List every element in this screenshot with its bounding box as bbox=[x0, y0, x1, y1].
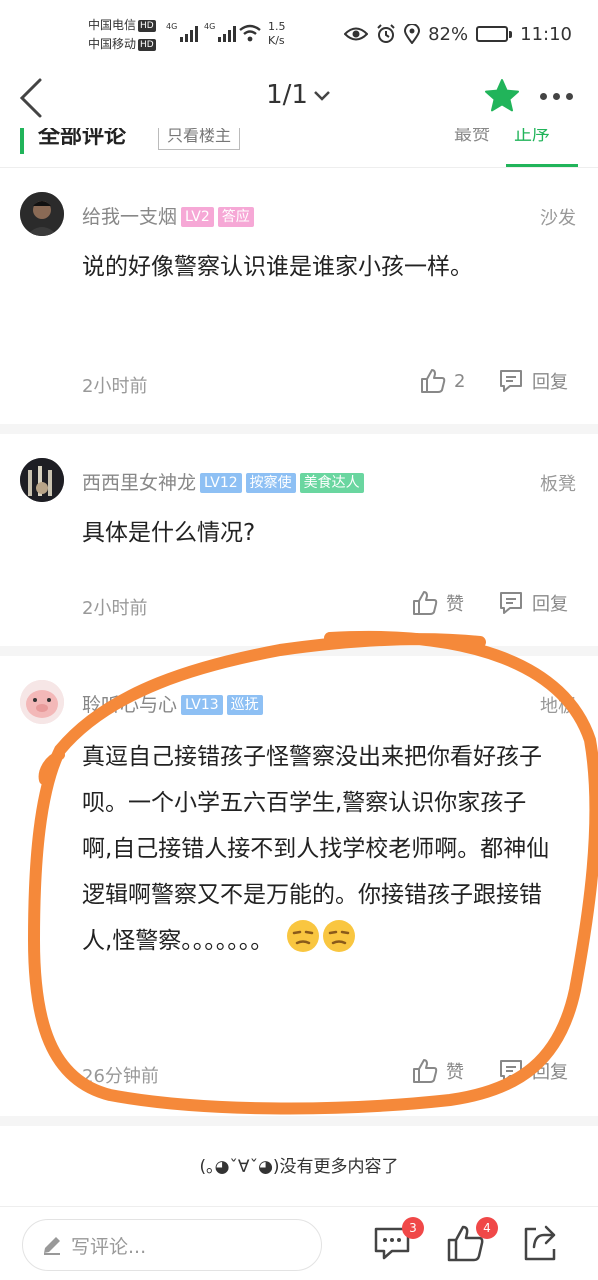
level-badge: LV2 bbox=[181, 207, 214, 227]
username[interactable]: 西西里女神龙 LV12 按察使 美食达人 bbox=[82, 468, 364, 495]
avatar[interactable] bbox=[20, 458, 64, 502]
title-badge: 美食达人 bbox=[299, 473, 364, 493]
page-indicator-label: 1/1 bbox=[266, 80, 308, 110]
comment-time: 26分钟前 bbox=[82, 1066, 159, 1087]
reply-button[interactable]: 回复 bbox=[498, 590, 568, 616]
battery-percent: 82% bbox=[428, 23, 469, 45]
like-label: 赞 bbox=[446, 1062, 464, 1083]
thumbs-up-icon bbox=[413, 591, 438, 615]
like-button[interactable]: 2 bbox=[420, 368, 465, 394]
more-menu-icon[interactable] bbox=[540, 93, 573, 100]
comment-text: 真逗自己接错孩子怪警察没出来把你看好孩子呗。一个小学五六百学生,警察认识你家孩子… bbox=[82, 734, 552, 970]
carrier-2: 中国移动 bbox=[88, 37, 137, 51]
carrier-1: 中国电信 bbox=[88, 18, 137, 32]
comments-button[interactable]: 3 bbox=[372, 1217, 424, 1263]
reply-button[interactable]: 回复 bbox=[498, 1058, 568, 1084]
comment-text: 具体是什么情况? bbox=[82, 520, 256, 546]
thumbs-up-icon bbox=[421, 369, 446, 393]
share-icon bbox=[524, 1225, 556, 1261]
avatar[interactable] bbox=[20, 192, 64, 236]
comment-item: 聆听心与心 LV13 巡抚 地板 真逗自己接错孩子怪警察没出来把你看好孩子呗。一个小… bbox=[0, 656, 598, 1126]
reply-bubble-icon bbox=[500, 592, 522, 614]
no-more-content: (｡◕ˇ∀ˇ◕)没有更多内容了 bbox=[199, 1157, 399, 1177]
like-button[interactable]: 赞 bbox=[412, 590, 464, 616]
location-icon bbox=[404, 24, 421, 44]
title-badge: 巡抚 bbox=[226, 695, 263, 715]
level-badge: LV12 bbox=[200, 473, 242, 493]
comment-item: 西西里女神龙 LV12 按察使 美食达人 板凳 具体是什么情况? 2小时前 赞 回复 bbox=[0, 434, 598, 656]
likes-count-badge: 4 bbox=[476, 1217, 498, 1239]
grumpy-face-emoji bbox=[321, 918, 357, 970]
thumbs-up-icon bbox=[413, 1059, 438, 1083]
pencil-icon bbox=[44, 1237, 60, 1255]
comment-sort-bar: 全部评论 只看楼主 最赞 正序 bbox=[0, 128, 598, 168]
comment-text: 说的好像警察认识谁是谁家小孩一样。 bbox=[82, 254, 473, 280]
share-button[interactable] bbox=[520, 1223, 560, 1263]
signal-icon: 4G bbox=[204, 22, 237, 42]
username[interactable]: 给我一支烟 LV2 答应 bbox=[82, 202, 254, 229]
signal-icon: 4G bbox=[166, 22, 199, 42]
net-speed: 1.5 K/s bbox=[268, 20, 286, 47]
section-marker bbox=[20, 128, 24, 154]
sort-hot-tab[interactable]: 最赞 bbox=[454, 128, 490, 146]
active-tab-underline bbox=[506, 164, 578, 167]
comment-time: 2小时前 bbox=[82, 598, 148, 619]
status-bar: 中国电信 HD 中国移动 HD 4G 4G 1.5 K/s 82% 11:10 bbox=[0, 0, 598, 68]
reply-bubble-icon bbox=[500, 1060, 522, 1082]
reply-label: 回复 bbox=[532, 594, 568, 615]
battery-icon bbox=[476, 26, 513, 42]
reply-label: 回复 bbox=[532, 1062, 568, 1083]
clock: 11:10 bbox=[520, 23, 572, 45]
reply-label: 回复 bbox=[532, 372, 568, 393]
wifi-icon bbox=[239, 24, 261, 42]
alarm-icon bbox=[377, 24, 395, 43]
hd-badge: HD bbox=[138, 39, 156, 51]
bottom-bar: 写评论... 3 4 bbox=[0, 1206, 598, 1280]
title-badge: 答应 bbox=[217, 207, 254, 227]
reply-bubble-icon bbox=[500, 370, 522, 392]
like-button[interactable]: 赞 bbox=[412, 1058, 464, 1084]
like-post-button[interactable]: 4 bbox=[446, 1217, 498, 1263]
floor-label: 沙发 bbox=[540, 208, 576, 229]
like-label: 赞 bbox=[446, 594, 464, 615]
comment-input-placeholder: 写评论... bbox=[71, 1235, 147, 1258]
username[interactable]: 聆听心与心 LV13 巡抚 bbox=[82, 690, 263, 717]
floor-label: 地板 bbox=[540, 696, 576, 717]
grumpy-face-emoji bbox=[285, 918, 321, 970]
carrier-info: 中国电信 HD 中国移动 HD bbox=[88, 16, 156, 54]
like-count: 2 bbox=[454, 370, 466, 392]
floor-label: 板凳 bbox=[540, 474, 576, 495]
eye-icon bbox=[344, 27, 369, 41]
reply-button[interactable]: 回复 bbox=[498, 368, 568, 394]
chevron-down-icon bbox=[314, 90, 330, 101]
nav-bar: 1/1 bbox=[0, 68, 598, 128]
comment-item: 给我一支烟 LV2 答应 沙发 说的好像警察认识谁是谁家小孩一样。 2小时前 2 回… bbox=[0, 168, 598, 434]
avatar[interactable] bbox=[20, 680, 64, 724]
favorite-star-icon[interactable] bbox=[484, 78, 520, 114]
only-owner-button[interactable]: 只看楼主 bbox=[158, 128, 241, 150]
comments-count-badge: 3 bbox=[402, 1217, 424, 1239]
all-comments-title: 全部评论 bbox=[38, 128, 127, 149]
comment-time: 2小时前 bbox=[82, 376, 148, 397]
sort-order-tab[interactable]: 正序 bbox=[514, 128, 550, 146]
level-badge: LV13 bbox=[181, 695, 223, 715]
title-badge: 按察使 bbox=[245, 473, 296, 493]
comment-input[interactable]: 写评论... bbox=[22, 1219, 322, 1271]
hd-badge: HD bbox=[138, 20, 156, 32]
